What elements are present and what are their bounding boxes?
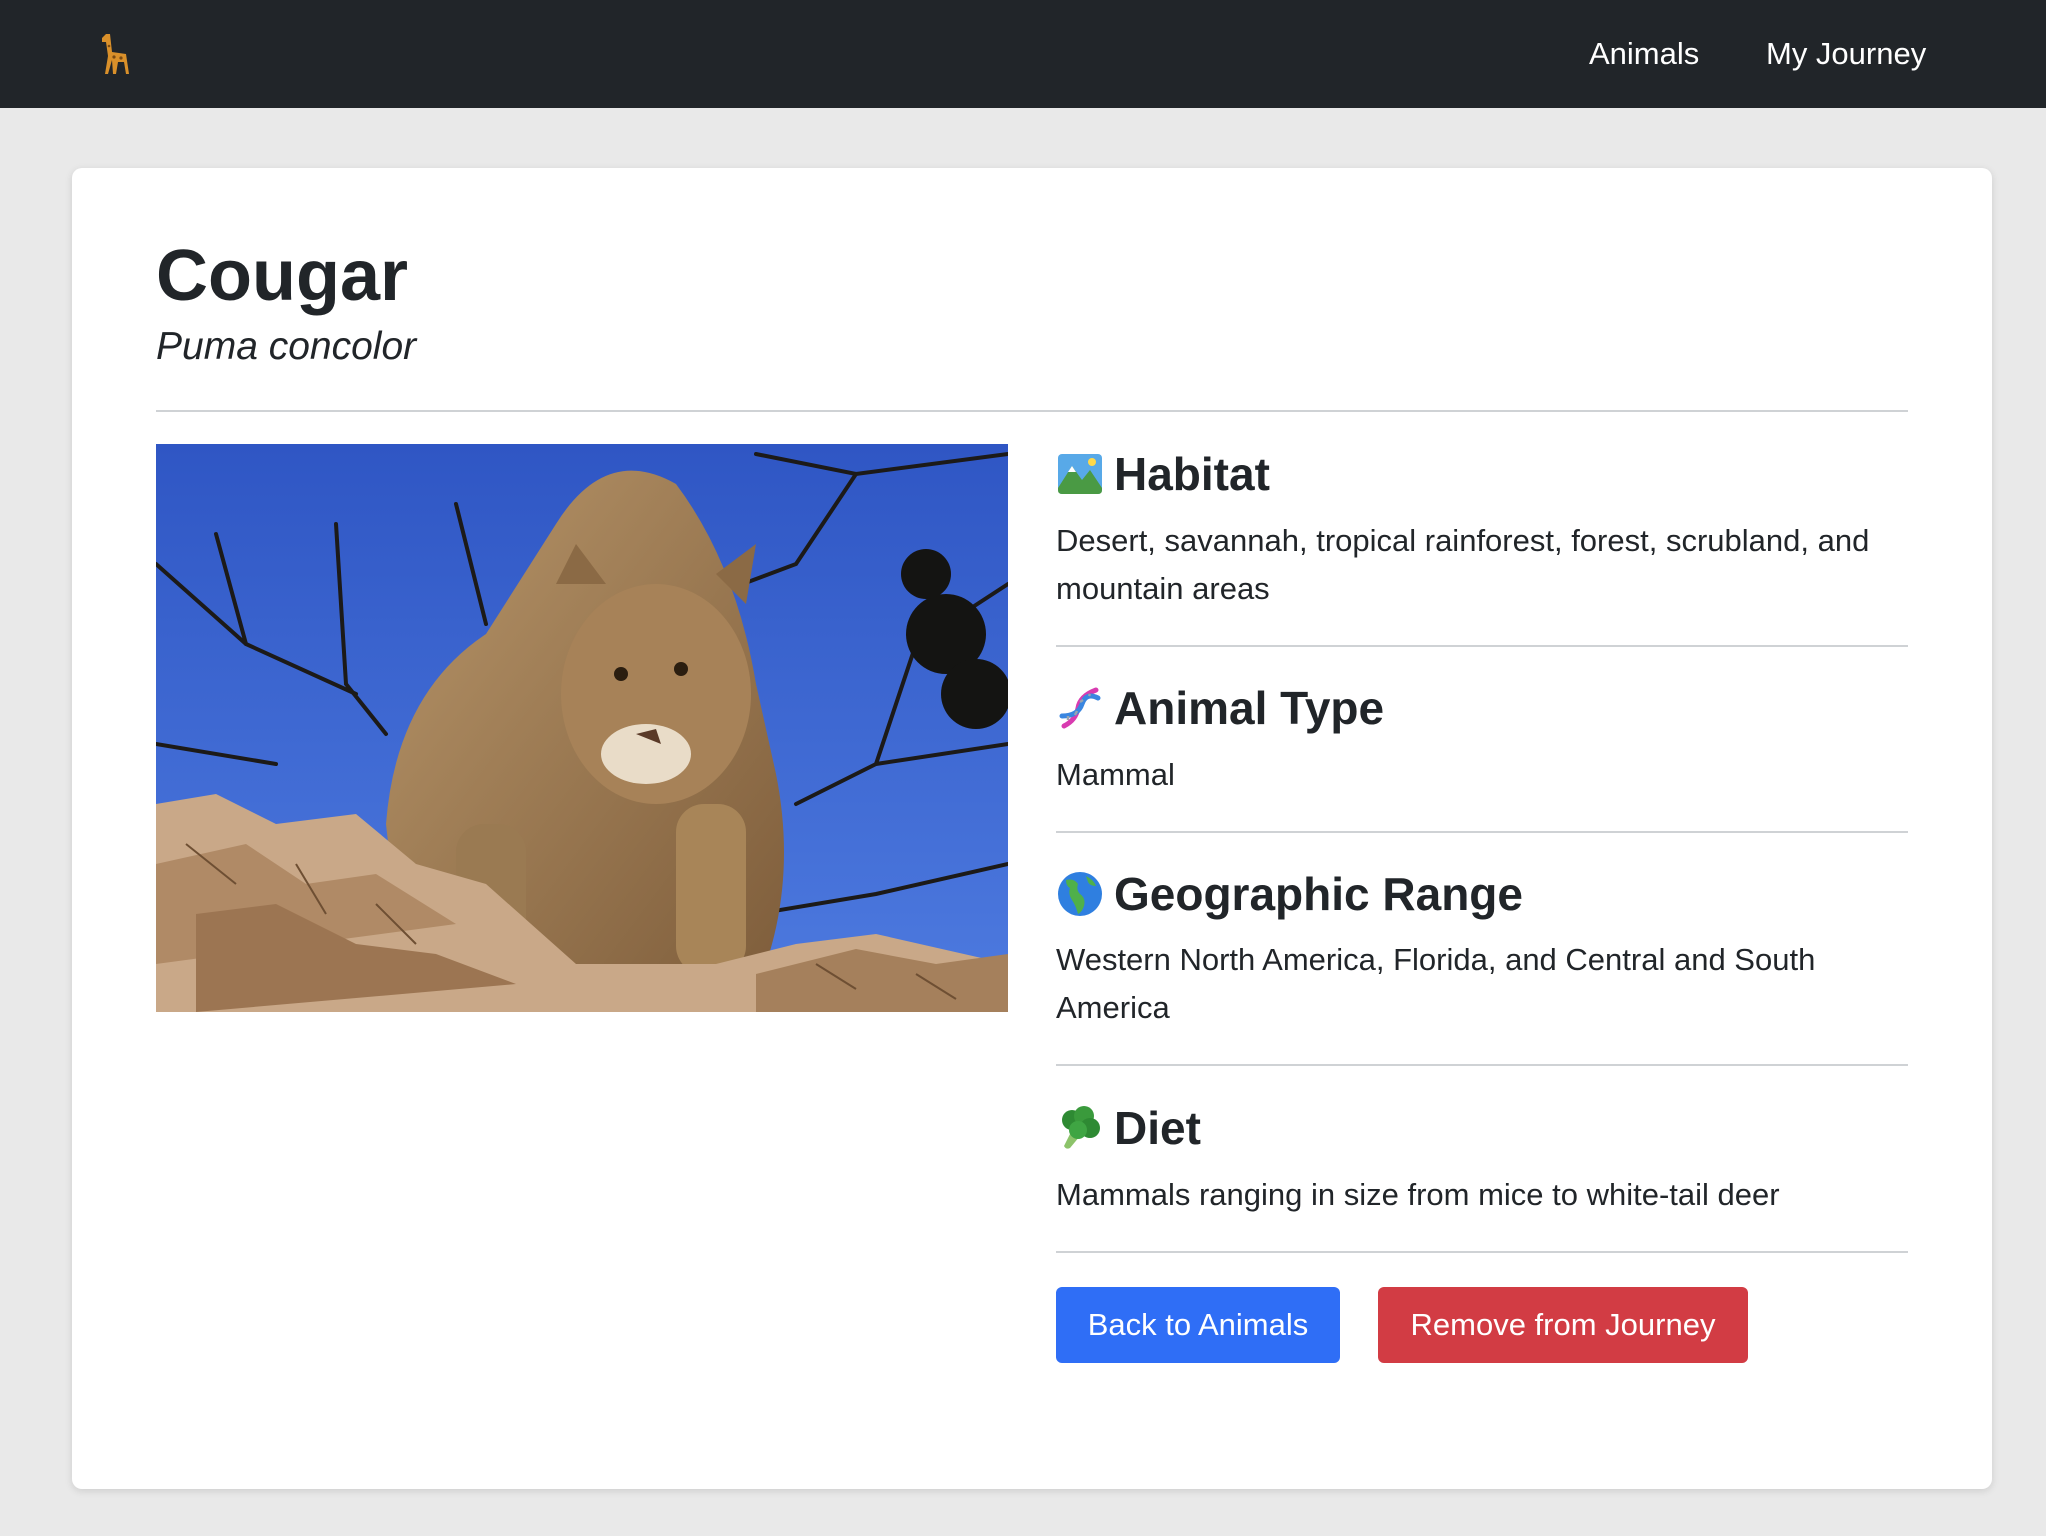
giraffe-icon[interactable]: [96, 30, 136, 76]
section-divider: [1056, 645, 1908, 647]
geographic-range-heading: Geographic Range: [1056, 866, 1523, 922]
top-navbar: Animals My Journey: [0, 0, 2046, 108]
animal-type-text: Mammal: [1056, 757, 1175, 792]
section-divider: [1056, 1064, 1908, 1066]
section-divider: [1056, 831, 1908, 833]
scientific-name: Puma concolor: [156, 325, 417, 368]
title-divider: [156, 410, 1908, 412]
diet-text: Mammals ranging in size from mice to whi…: [1056, 1177, 1780, 1212]
habitat-text: Desert, savannah, tropical rainforest, f…: [1056, 523, 1870, 606]
mountain-landscape-icon: [1058, 454, 1102, 494]
diet-heading: Diet: [1056, 1100, 1201, 1156]
cougar-photo: [156, 444, 1008, 1012]
dna-icon: [1059, 687, 1101, 729]
broccoli-icon: [1062, 1106, 1100, 1149]
geographic-range-title: Geographic Range: [1114, 868, 1523, 920]
habitat-title: Habitat: [1114, 448, 1270, 500]
page-title: Cougar: [156, 236, 408, 316]
nav-link-animals[interactable]: Animals: [1589, 28, 1699, 80]
section-divider: [1056, 1251, 1908, 1253]
nav-link-my-journey[interactable]: My Journey: [1766, 28, 1926, 80]
habitat-heading: Habitat: [1056, 446, 1270, 502]
remove-from-journey-button[interactable]: Remove from Journey: [1378, 1287, 1748, 1363]
diet-title: Diet: [1114, 1102, 1201, 1154]
globe-americas-icon: [1058, 872, 1102, 916]
back-to-animals-button[interactable]: Back to Animals: [1056, 1287, 1340, 1363]
geographic-range-text: Western North America, Florida, and Cent…: [1056, 942, 1816, 1025]
animal-type-heading: Animal Type: [1056, 680, 1384, 736]
animal-detail-card: Cougar Puma concolor Habitat Desert, sav…: [72, 168, 1992, 1489]
animal-type-title: Animal Type: [1114, 682, 1385, 734]
